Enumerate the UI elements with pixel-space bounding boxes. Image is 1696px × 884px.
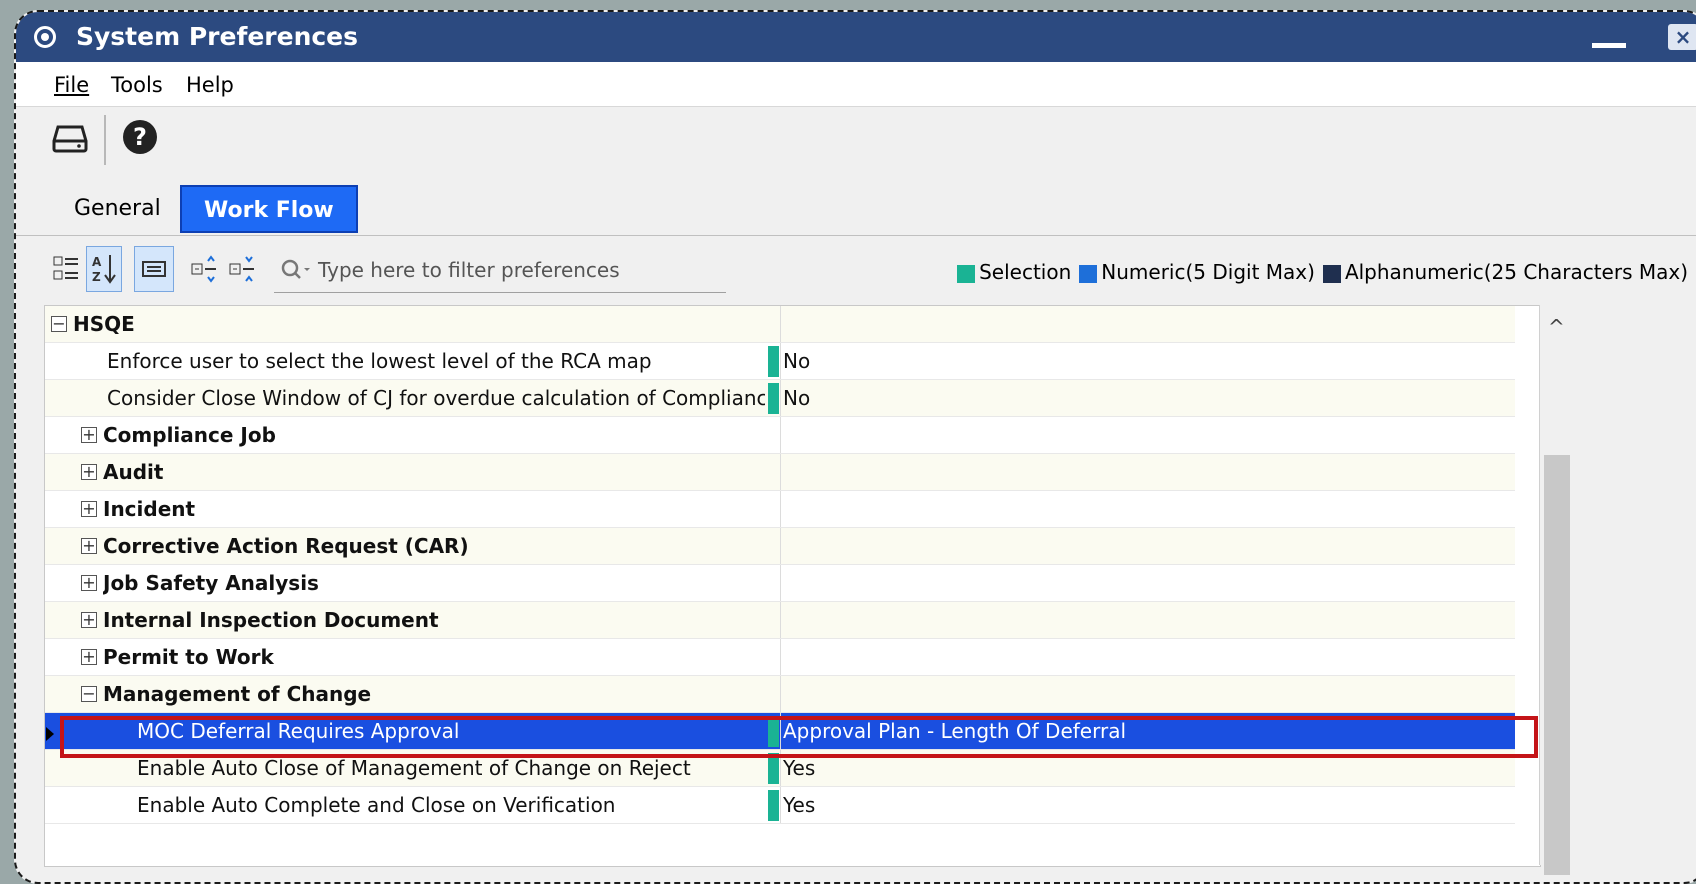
preference-value[interactable]: Yes: [780, 787, 1514, 823]
legend-selection: Selection: [957, 260, 1071, 284]
preference-value: [780, 491, 1514, 527]
preference-name: Enforce user to select the lowest level …: [107, 349, 652, 373]
menu-tools-label: Tools: [111, 73, 163, 97]
preference-value: [780, 602, 1514, 638]
menu-file[interactable]: File: [54, 73, 89, 97]
filter-toolbar: AZ Type here to filter preferences Selec…: [16, 236, 1696, 304]
legend-selection-label: Selection: [979, 260, 1072, 284]
menu-file-label: File: [54, 73, 90, 97]
current-row-indicator-icon: [46, 727, 54, 741]
preference-value: [780, 306, 1514, 342]
group-label: Corrective Action Request (CAR): [103, 534, 469, 558]
expand-icon[interactable]: +: [81, 575, 97, 591]
expand-icon[interactable]: +: [81, 427, 97, 443]
filter-placeholder: Type here to filter preferences: [318, 258, 620, 282]
group-label: HSQE: [73, 312, 135, 336]
group-row[interactable]: + Incident: [45, 491, 1515, 528]
expand-icon[interactable]: +: [81, 501, 97, 517]
window-title: System Preferences: [76, 22, 359, 51]
preference-row[interactable]: Enable Auto Complete and Close on Verifi…: [45, 787, 1515, 824]
group-row[interactable]: + Audit: [45, 454, 1515, 491]
group-label: Permit to Work: [103, 645, 274, 669]
tab-general[interactable]: General: [52, 185, 183, 233]
group-label: Management of Change: [103, 682, 372, 706]
title-bar: System Preferences ×: [16, 12, 1696, 62]
collapse-all-icon[interactable]: [224, 246, 260, 292]
group-row[interactable]: − Management of Change: [45, 676, 1515, 713]
expand-icon[interactable]: +: [81, 649, 97, 665]
legend-alphanumeric-swatch: [1322, 264, 1341, 283]
preference-value: [780, 528, 1514, 564]
preference-value: [780, 454, 1514, 490]
preference-value: [780, 676, 1514, 712]
group-label: Incident: [103, 497, 196, 521]
selection-type-marker: [768, 346, 779, 377]
menu-help[interactable]: Help: [186, 73, 234, 97]
preference-name: Enable Auto Complete and Close on Verifi…: [137, 793, 616, 817]
collapse-icon[interactable]: −: [51, 316, 67, 332]
tab-work-flow[interactable]: Work Flow: [180, 185, 358, 233]
svg-text:A: A: [92, 255, 102, 269]
preferences-grid: − HSQE Enforce user to select the lowest l…: [44, 305, 1541, 867]
preference-row[interactable]: Consider Close Window of CJ for overdue …: [45, 380, 1515, 417]
group-label: Job Safety Analysis: [103, 571, 319, 595]
filter-input[interactable]: Type here to filter preferences: [274, 248, 726, 293]
expand-icon[interactable]: +: [81, 464, 97, 480]
legend-selection-swatch: [957, 264, 976, 283]
legend: Selection Numeric(5 Digit Max) Alphanume…: [957, 260, 1688, 284]
legend-alphanumeric-label: Alphanumeric(25 Characters Max): [1344, 260, 1688, 284]
preference-value: [780, 565, 1514, 601]
group-row[interactable]: + Permit to Work: [45, 639, 1515, 676]
scroll-thumb[interactable]: [1544, 455, 1570, 875]
group-row[interactable]: + Compliance Job: [45, 417, 1515, 454]
group-row[interactable]: + Job Safety Analysis: [45, 565, 1515, 602]
group-row[interactable]: + Internal Inspection Document: [45, 602, 1515, 639]
preference-name: Consider Close Window of CJ for overdue …: [107, 386, 765, 410]
toolbar: ?: [16, 107, 1696, 177]
drive-icon[interactable]: [50, 117, 94, 161]
menu-tools[interactable]: Tools: [111, 73, 163, 97]
legend-alphanumeric: Alphanumeric(25 Characters Max): [1322, 260, 1688, 284]
property-pages-icon[interactable]: [134, 246, 174, 292]
menu-help-label: Help: [186, 73, 234, 97]
svg-text:Z: Z: [92, 270, 101, 284]
scroll-up-icon[interactable]: ^: [1548, 315, 1565, 339]
vertical-scrollbar[interactable]: ^: [1539, 305, 1574, 875]
legend-numeric: Numeric(5 Digit Max): [1079, 260, 1315, 284]
app-icon: [34, 26, 56, 48]
categorized-view-icon[interactable]: [48, 246, 84, 292]
expand-icon[interactable]: +: [81, 612, 97, 628]
sort-alphabetical-icon[interactable]: AZ: [86, 246, 122, 292]
minimize-button[interactable]: [1592, 30, 1626, 50]
close-button[interactable]: ×: [1668, 24, 1696, 50]
tab-strip: General Work Flow: [16, 177, 1696, 236]
expand-icon[interactable]: +: [81, 538, 97, 554]
group-row[interactable]: − HSQE: [45, 306, 1515, 343]
selected-row-highlight: [60, 716, 1538, 758]
group-label: Internal Inspection Document: [103, 608, 439, 632]
preference-row[interactable]: Enforce user to select the lowest level …: [45, 343, 1515, 380]
menu-bar: File Tools Help: [16, 62, 1696, 107]
toolbar-separator: [104, 115, 106, 165]
preference-value[interactable]: No: [780, 380, 1514, 416]
legend-numeric-label: Numeric(5 Digit Max): [1101, 260, 1315, 284]
svg-text:?: ?: [133, 123, 147, 151]
preference-value: [780, 417, 1514, 453]
collapse-icon[interactable]: −: [81, 686, 97, 702]
system-preferences-window: System Preferences × File Tools Help ? G…: [14, 10, 1696, 884]
group-row[interactable]: + Corrective Action Request (CAR): [45, 528, 1515, 565]
selection-type-marker: [768, 383, 779, 414]
group-label: Audit: [103, 460, 164, 484]
help-icon[interactable]: ?: [120, 117, 164, 161]
preference-value[interactable]: No: [780, 343, 1514, 379]
search-icon: [281, 259, 310, 279]
preference-value: [780, 639, 1514, 675]
group-label: Compliance Job: [103, 423, 276, 447]
expand-all-icon[interactable]: [186, 246, 222, 292]
legend-numeric-swatch: [1079, 264, 1098, 283]
selection-type-marker: [768, 790, 779, 821]
